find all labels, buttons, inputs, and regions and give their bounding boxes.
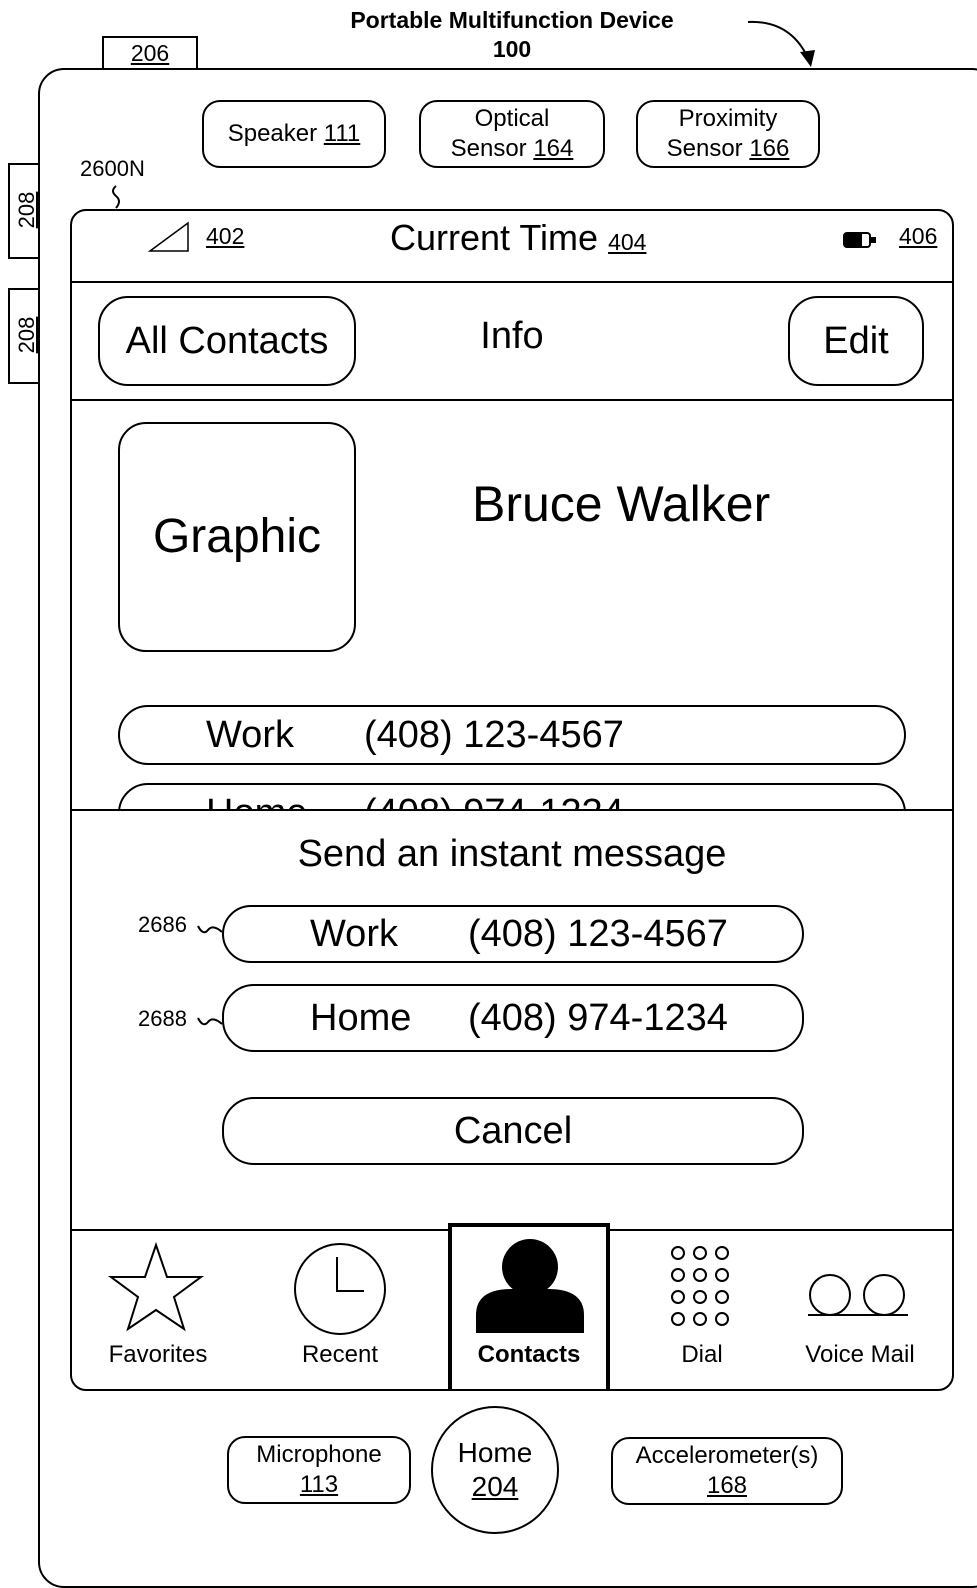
tab-favorites[interactable]: Favorites <box>72 1227 248 1389</box>
microphone-box: Microphone 113 <box>227 1436 411 1504</box>
screen: 402 Current Time 404 406 All Contacts In… <box>70 209 954 1391</box>
im-option-work-type: Work <box>310 913 398 955</box>
star-icon <box>107 1241 205 1332</box>
contact-row-work-number: (408) 123-4567 <box>364 714 624 756</box>
contact-graphic[interactable]: Graphic <box>118 422 356 652</box>
all-contacts-button[interactable]: All Contacts <box>98 296 356 386</box>
ref-208-lower: 208 <box>14 316 39 354</box>
tab-favorites-label: Favorites <box>108 1341 208 1368</box>
optical-sensor-line1: Optical <box>474 105 550 132</box>
volume-button-lower: 208 <box>8 288 40 384</box>
edit-label: Edit <box>823 320 889 362</box>
ref-screen-leader <box>112 185 120 209</box>
tab-recent[interactable]: Recent <box>248 1227 424 1389</box>
accelerometer-label: Accelerometer(s) <box>635 1442 819 1469</box>
proximity-sensor-ref: 166 <box>749 135 790 162</box>
tab-voicemail-label: Voice Mail <box>805 1341 915 1368</box>
contact-row-work-type: Work <box>206 714 294 756</box>
cancel-button[interactable]: Cancel <box>222 1097 804 1165</box>
tab-recent-label: Recent <box>301 1341 379 1368</box>
optical-sensor-ref: 164 <box>533 135 574 162</box>
time-label: Current Time <box>390 217 599 258</box>
tab-voicemail[interactable]: Voice Mail <box>788 1227 952 1389</box>
accelerometer-box: Accelerometer(s) 168 <box>611 1437 843 1505</box>
signal-icon <box>147 221 189 252</box>
accelerometer-ref: 168 <box>706 1472 748 1499</box>
microphone-label: Microphone <box>256 1441 382 1468</box>
contact-name: Bruce Walker <box>472 476 771 532</box>
time-display: Current Time 404 <box>390 217 646 259</box>
home-button[interactable]: Home 204 <box>431 1406 559 1534</box>
im-option-home[interactable]: Home (408) 974-1234 <box>222 984 804 1052</box>
signal-ref: 402 <box>206 223 245 249</box>
ref-2686-leader <box>197 925 223 934</box>
action-sheet-title: Send an instant message <box>297 833 727 875</box>
all-contacts-label: All Contacts <box>125 320 329 362</box>
contact-row-work[interactable]: Work (408) 123-4567 <box>118 705 906 765</box>
person-icon <box>476 1239 584 1333</box>
optical-sensor-label: Sensor <box>450 135 527 162</box>
home-label: Home <box>457 1437 533 1468</box>
nav-title: Info <box>480 315 544 357</box>
optical-sensor-box: Optical Sensor 164 <box>419 100 605 168</box>
time-ref: 404 <box>608 229 647 255</box>
proximity-sensor-label: Sensor <box>666 135 743 162</box>
ref-2686: 2686 <box>138 912 187 937</box>
microphone-ref: 113 <box>299 1471 339 1498</box>
proximity-sensor-line1: Proximity <box>678 105 778 132</box>
tab-contacts-label: Contacts <box>477 1341 581 1368</box>
cancel-label: Cancel <box>453 1110 573 1152</box>
speaker-label: Speaker <box>227 120 318 147</box>
speaker-box: Speaker 111 <box>202 100 386 168</box>
ref-2688: 2688 <box>138 1006 187 1031</box>
status-bar: 402 Current Time 404 406 <box>72 211 952 283</box>
im-option-home-number: (408) 974-1234 <box>468 997 728 1039</box>
contact-graphic-label: Graphic <box>152 510 322 563</box>
tab-dial[interactable]: Dial <box>612 1227 788 1389</box>
proximity-sensor-box: Proximity Sensor 166 <box>636 100 820 168</box>
im-option-work-number: (408) 123-4567 <box>468 913 728 955</box>
home-ref: 204 <box>471 1471 519 1502</box>
edit-button[interactable]: Edit <box>788 296 924 386</box>
clock-icon <box>294 1243 386 1335</box>
keypad-icon <box>671 1246 729 1326</box>
im-option-work[interactable]: Work (408) 123-4567 <box>222 905 804 963</box>
battery-icon <box>843 232 876 248</box>
ref-2688-leader <box>197 1017 223 1026</box>
tab-bar: Favorites Recent Contacts Dial Voice Mai… <box>72 1223 952 1389</box>
nav-bar: All Contacts Info Edit <box>72 281 952 401</box>
speaker-ref: 111 <box>323 120 361 147</box>
tab-dial-label: Dial <box>681 1341 723 1368</box>
im-option-home-type: Home <box>310 997 412 1039</box>
battery-ref: 406 <box>899 223 938 249</box>
voicemail-icon <box>808 1274 908 1316</box>
tab-contacts[interactable]: Contacts <box>448 1223 610 1389</box>
